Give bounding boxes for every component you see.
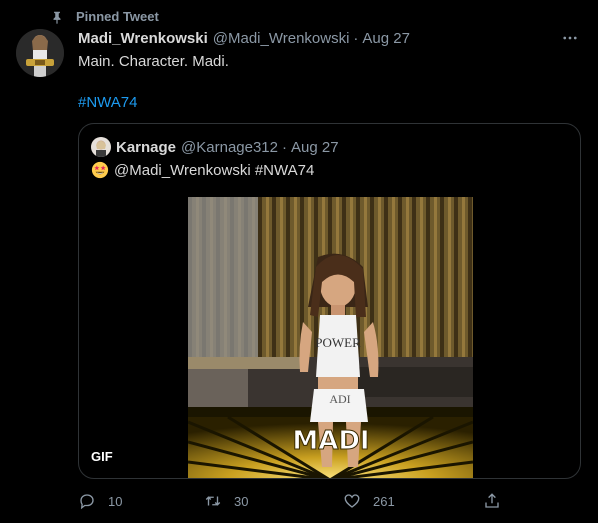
quoted-author-handle[interactable]: @Karnage312 xyxy=(181,139,278,156)
gif-frame: POWER ADI MADI xyxy=(188,197,473,478)
pinned-label: Pinned Tweet xyxy=(76,9,159,24)
avatar-image xyxy=(16,29,64,77)
like-button[interactable]: 261 xyxy=(343,492,395,510)
quoted-text: @Madi_Wrenkowski #NWA74 xyxy=(114,161,315,179)
gif-badge: GIF xyxy=(91,449,113,464)
quoted-tweet-header: Karnage @Karnage312 · Aug 27 xyxy=(91,137,339,157)
tweet[interactable]: Pinned Tweet Madi_Wrenkowski @Madi_Wrenk… xyxy=(0,0,598,523)
like-count: 261 xyxy=(373,493,395,509)
star-struck-emoji-icon xyxy=(91,161,109,179)
retweet-icon xyxy=(205,496,221,506)
separator-dot: · xyxy=(282,138,287,156)
more-icon xyxy=(563,36,577,40)
heart-icon xyxy=(344,494,360,508)
tweet-date[interactable]: Aug 27 xyxy=(362,30,410,47)
tweet-header: Madi_Wrenkowski @Madi_Wrenkowski · Aug 2… xyxy=(78,30,410,47)
pin-icon xyxy=(53,11,61,24)
shorts-text: ADI xyxy=(329,392,350,406)
author-name[interactable]: Madi_Wrenkowski xyxy=(78,30,208,47)
pinned-indicator: Pinned Tweet xyxy=(50,9,159,24)
quoted-avatar-image xyxy=(91,137,111,157)
gif-media[interactable]: POWER ADI MADI xyxy=(188,197,473,478)
tweet-actions: 10 30 261 xyxy=(78,492,518,514)
tweet-text: Main. Character. Madi. xyxy=(78,53,229,70)
quoted-author-name[interactable]: Karnage xyxy=(116,139,176,156)
shirt-text: POWER xyxy=(315,335,361,350)
share-icon xyxy=(485,493,499,508)
retweet-button[interactable]: 30 xyxy=(204,492,248,510)
share-button[interactable] xyxy=(483,492,513,510)
quoted-date[interactable]: Aug 27 xyxy=(291,139,339,156)
quoted-text-line: @Madi_Wrenkowski #NWA74 xyxy=(91,161,314,179)
author-handle[interactable]: @Madi_Wrenkowski xyxy=(213,30,350,47)
hashtag-link[interactable]: #NWA74 xyxy=(78,94,137,111)
avatar[interactable] xyxy=(16,29,64,77)
retweet-count: 30 xyxy=(234,493,249,509)
quoted-tweet[interactable]: Karnage @Karnage312 · Aug 27 @Madi_Wrenk… xyxy=(78,123,581,479)
separator-dot: · xyxy=(353,30,359,47)
reply-button[interactable]: 10 xyxy=(78,492,122,510)
reply-count: 10 xyxy=(108,493,123,509)
quoted-avatar[interactable] xyxy=(91,137,111,157)
gif-caption: MADI xyxy=(292,426,369,456)
more-options-button[interactable] xyxy=(558,26,582,50)
reply-icon xyxy=(80,494,94,510)
